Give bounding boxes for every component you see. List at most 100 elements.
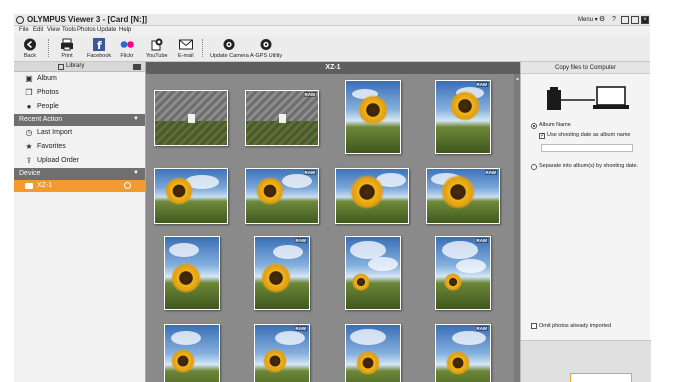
use-shooting-date-checkbox[interactable]: ✓ (539, 133, 545, 139)
envelope-icon (178, 38, 193, 51)
window-title: OLYMPUS Viewer 3 - [Card [N:]] (27, 15, 148, 24)
back-button[interactable]: Back (23, 38, 37, 59)
svg-text:f: f (97, 39, 102, 51)
album-name-radio[interactable] (531, 123, 537, 129)
album-name-label: Album Name (539, 122, 571, 128)
camera-update-icon (222, 38, 236, 51)
menu-view[interactable]: View (47, 27, 60, 33)
raw-badge: RAW (475, 326, 488, 331)
menu-button[interactable]: Menu ▾ (578, 16, 598, 23)
person-icon: ● (26, 102, 32, 111)
flickr-button[interactable]: Flickr (120, 38, 134, 59)
section-recent-action[interactable]: Recent Action ▼ (14, 114, 145, 126)
sidebar-item-last-import[interactable]: ◷ Last Import (14, 126, 145, 140)
close-button[interactable]: × (641, 16, 649, 24)
sidebar-item-upload-order[interactable]: ⇪ Upload Order (14, 154, 145, 168)
use-shooting-date-label: Use shooting date as album name (547, 132, 631, 138)
title-bar: OLYMPUS Viewer 3 - [Card [N:]] Menu ▾ ⚙ … (14, 14, 650, 26)
toolbar-divider (202, 39, 203, 57)
upload-icon: ⇪ (25, 156, 33, 165)
copy-panel-header: Copy files to Computer (521, 62, 650, 74)
back-icon (23, 38, 37, 51)
album-icon: ▣ (25, 74, 33, 83)
thumbnail-photo[interactable]: RAW (245, 168, 319, 224)
thumbnail-photo[interactable] (154, 168, 228, 224)
panel-title: XZ-1 (146, 62, 520, 74)
copy-to-computer-icon (545, 84, 629, 114)
separate-by-date-label: Separate into album(s) by shooting date. (539, 163, 639, 169)
star-icon: ★ (25, 142, 33, 151)
toolbar: Back Print f Facebook Flickr YouTube E-m… (14, 36, 650, 62)
youtube-icon (150, 38, 164, 51)
app-logo-icon (16, 16, 24, 24)
menu-edit[interactable]: Edit (33, 27, 43, 33)
collapse-arrow-icon: ▼ (133, 170, 139, 176)
thumbnail-photo[interactable] (345, 236, 401, 310)
sidebar: Library ▣ Album ❐ Photos ● People Recent… (14, 62, 146, 382)
menu-bar: File Edit View Tools Photos Update Help (14, 26, 650, 36)
camera-icon (25, 183, 33, 189)
thumbnail-photo[interactable] (335, 168, 409, 224)
section-device[interactable]: Device ▼ (14, 168, 145, 180)
thumbnail-photo[interactable]: RAW (435, 80, 491, 154)
library-icon (58, 64, 64, 70)
maximize-button[interactable] (631, 16, 639, 24)
printer-icon (60, 38, 74, 51)
toolbar-divider (48, 39, 49, 57)
print-button[interactable]: Print (60, 38, 74, 59)
thumbnail-photo[interactable] (164, 236, 220, 310)
agps-utility-button[interactable]: A-GPS Utility (250, 38, 282, 59)
thumbnail-photo[interactable]: RAW (426, 168, 500, 224)
collapse-arrow-icon: ▼ (133, 116, 139, 122)
sidebar-item-favorites[interactable]: ★ Favorites (14, 140, 145, 154)
menu-tools[interactable]: Tools (62, 27, 76, 33)
album-name-field[interactable] (541, 144, 633, 152)
separate-by-date-radio[interactable] (531, 164, 537, 170)
thumbnail-loading[interactable] (154, 90, 228, 146)
sidebar-header: Library (14, 62, 145, 72)
thumbnail-grid: RAW RAW RAW RAW RAW RAW RAW RAW (146, 74, 514, 382)
thumbnail-photo[interactable]: RAW (254, 236, 310, 310)
raw-badge: RAW (303, 92, 316, 97)
flickr-icon (120, 38, 134, 51)
omit-imported-checkbox[interactable] (531, 323, 537, 329)
settings-icon[interactable]: ⚙ (598, 16, 606, 24)
thumbnail-panel: XZ-1 RAW RAW RAW RAW RAW RAW RAW RAW ▲ (146, 62, 520, 382)
gps-icon (259, 38, 273, 51)
raw-badge: RAW (475, 82, 488, 87)
raw-badge: RAW (484, 170, 497, 175)
facebook-button[interactable]: f Facebook (87, 38, 111, 59)
sidebar-item-album[interactable]: ▣ Album (14, 72, 145, 86)
thumbnail-photo[interactable] (345, 324, 401, 382)
thumbnail-loading[interactable]: RAW (245, 90, 319, 146)
photos-icon: ❐ (25, 88, 33, 97)
help-icon[interactable]: ? (610, 16, 618, 24)
menu-file[interactable]: File (19, 27, 29, 33)
sidebar-item-photos[interactable]: ❐ Photos (14, 86, 145, 100)
menu-update[interactable]: Update (97, 27, 116, 33)
menu-help[interactable]: Help (119, 27, 131, 33)
minimize-button[interactable] (621, 16, 629, 24)
import-button[interactable] (570, 373, 632, 382)
loading-icon (188, 113, 195, 123)
thumbnail-photo[interactable] (164, 324, 220, 382)
copy-panel: Copy files to Computer Album Name ✓ Use … (520, 62, 651, 382)
sidebar-item-people[interactable]: ● People (14, 100, 145, 114)
clock-icon: ◷ (25, 128, 33, 137)
sidebar-item-device-xz1[interactable]: XZ-1 (14, 180, 145, 192)
facebook-icon: f (92, 38, 106, 52)
update-camera-button[interactable]: Update Camera (210, 38, 249, 59)
menu-photos[interactable]: Photos (77, 27, 96, 33)
youtube-button[interactable]: YouTube (146, 38, 168, 59)
omit-imported-label: Omit photos already imported (539, 323, 612, 329)
loading-icon (279, 113, 286, 123)
panel-toggle-button[interactable] (133, 64, 141, 70)
raw-badge: RAW (294, 238, 307, 243)
email-button[interactable]: E-mail (178, 38, 194, 59)
thumbnail-photo[interactable]: RAW (435, 324, 491, 382)
thumbnail-photo[interactable]: RAW (435, 236, 491, 310)
eject-icon[interactable] (124, 182, 131, 189)
thumbnail-photo[interactable]: RAW (254, 324, 310, 382)
thumbnail-photo[interactable] (345, 80, 401, 154)
raw-badge: RAW (294, 326, 307, 331)
